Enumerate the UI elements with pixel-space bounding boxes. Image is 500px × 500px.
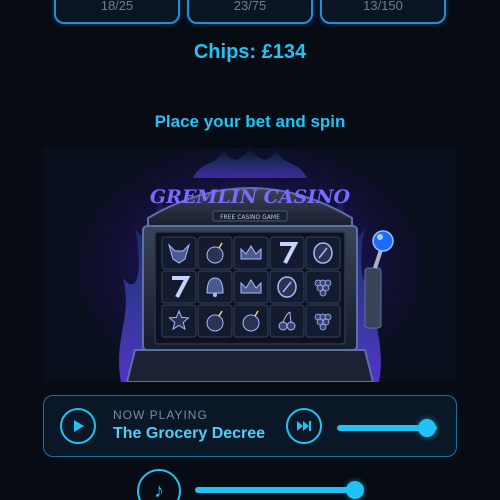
slot-machine-image[interactable]: GREMLIN CASINO FREE CASINO GAME (43, 148, 457, 382)
machine-subtitle: FREE CASINO GAME (220, 214, 280, 221)
next-track-button[interactable] (286, 408, 322, 444)
volume-slider-thumb[interactable] (418, 419, 436, 437)
music-note-icon: ♪ (154, 479, 164, 500)
now-playing-panel: NOW PLAYING The Grocery Decree (43, 395, 457, 457)
machine-title: GREMLIN CASINO (150, 186, 351, 208)
skip-forward-icon (297, 421, 311, 431)
reel-cell (269, 236, 305, 270)
track-title: The Grocery Decree (113, 425, 266, 442)
slot-machine-illustration: GREMLIN CASINO FREE CASINO GAME (43, 148, 457, 382)
reels-grid (161, 236, 341, 338)
coin-icon (277, 276, 297, 298)
stat-box: 18/25 (54, 0, 180, 24)
music-volume-slider[interactable] (195, 481, 364, 499)
lever-knob (372, 230, 394, 252)
stat-value: 23/75 (233, 0, 267, 13)
stat-value: 18/25 (100, 0, 134, 13)
stat-box: 13/150 (320, 0, 446, 24)
stat-box: 23/75 (187, 0, 313, 24)
music-toggle-button[interactable]: ♪ (137, 469, 181, 500)
game-page: 18/25 23/75 13/150 Chips: £134 Place you… (0, 0, 500, 500)
play-icon (74, 420, 84, 432)
reel-cell (269, 304, 305, 338)
coin-icon (313, 242, 333, 264)
volume-slider[interactable] (337, 419, 437, 437)
stats-row: 18/25 23/75 13/150 (0, 0, 500, 25)
now-playing-label: NOW PLAYING (113, 408, 208, 422)
stat-value: 13/150 (363, 0, 403, 13)
reel-cell (161, 270, 197, 304)
chips-balance: Chips: £134 (193, 41, 307, 63)
music-volume-slider-thumb[interactable] (346, 481, 364, 499)
bet-prompt: Place your bet and spin (154, 112, 346, 131)
play-button[interactable] (60, 408, 96, 444)
